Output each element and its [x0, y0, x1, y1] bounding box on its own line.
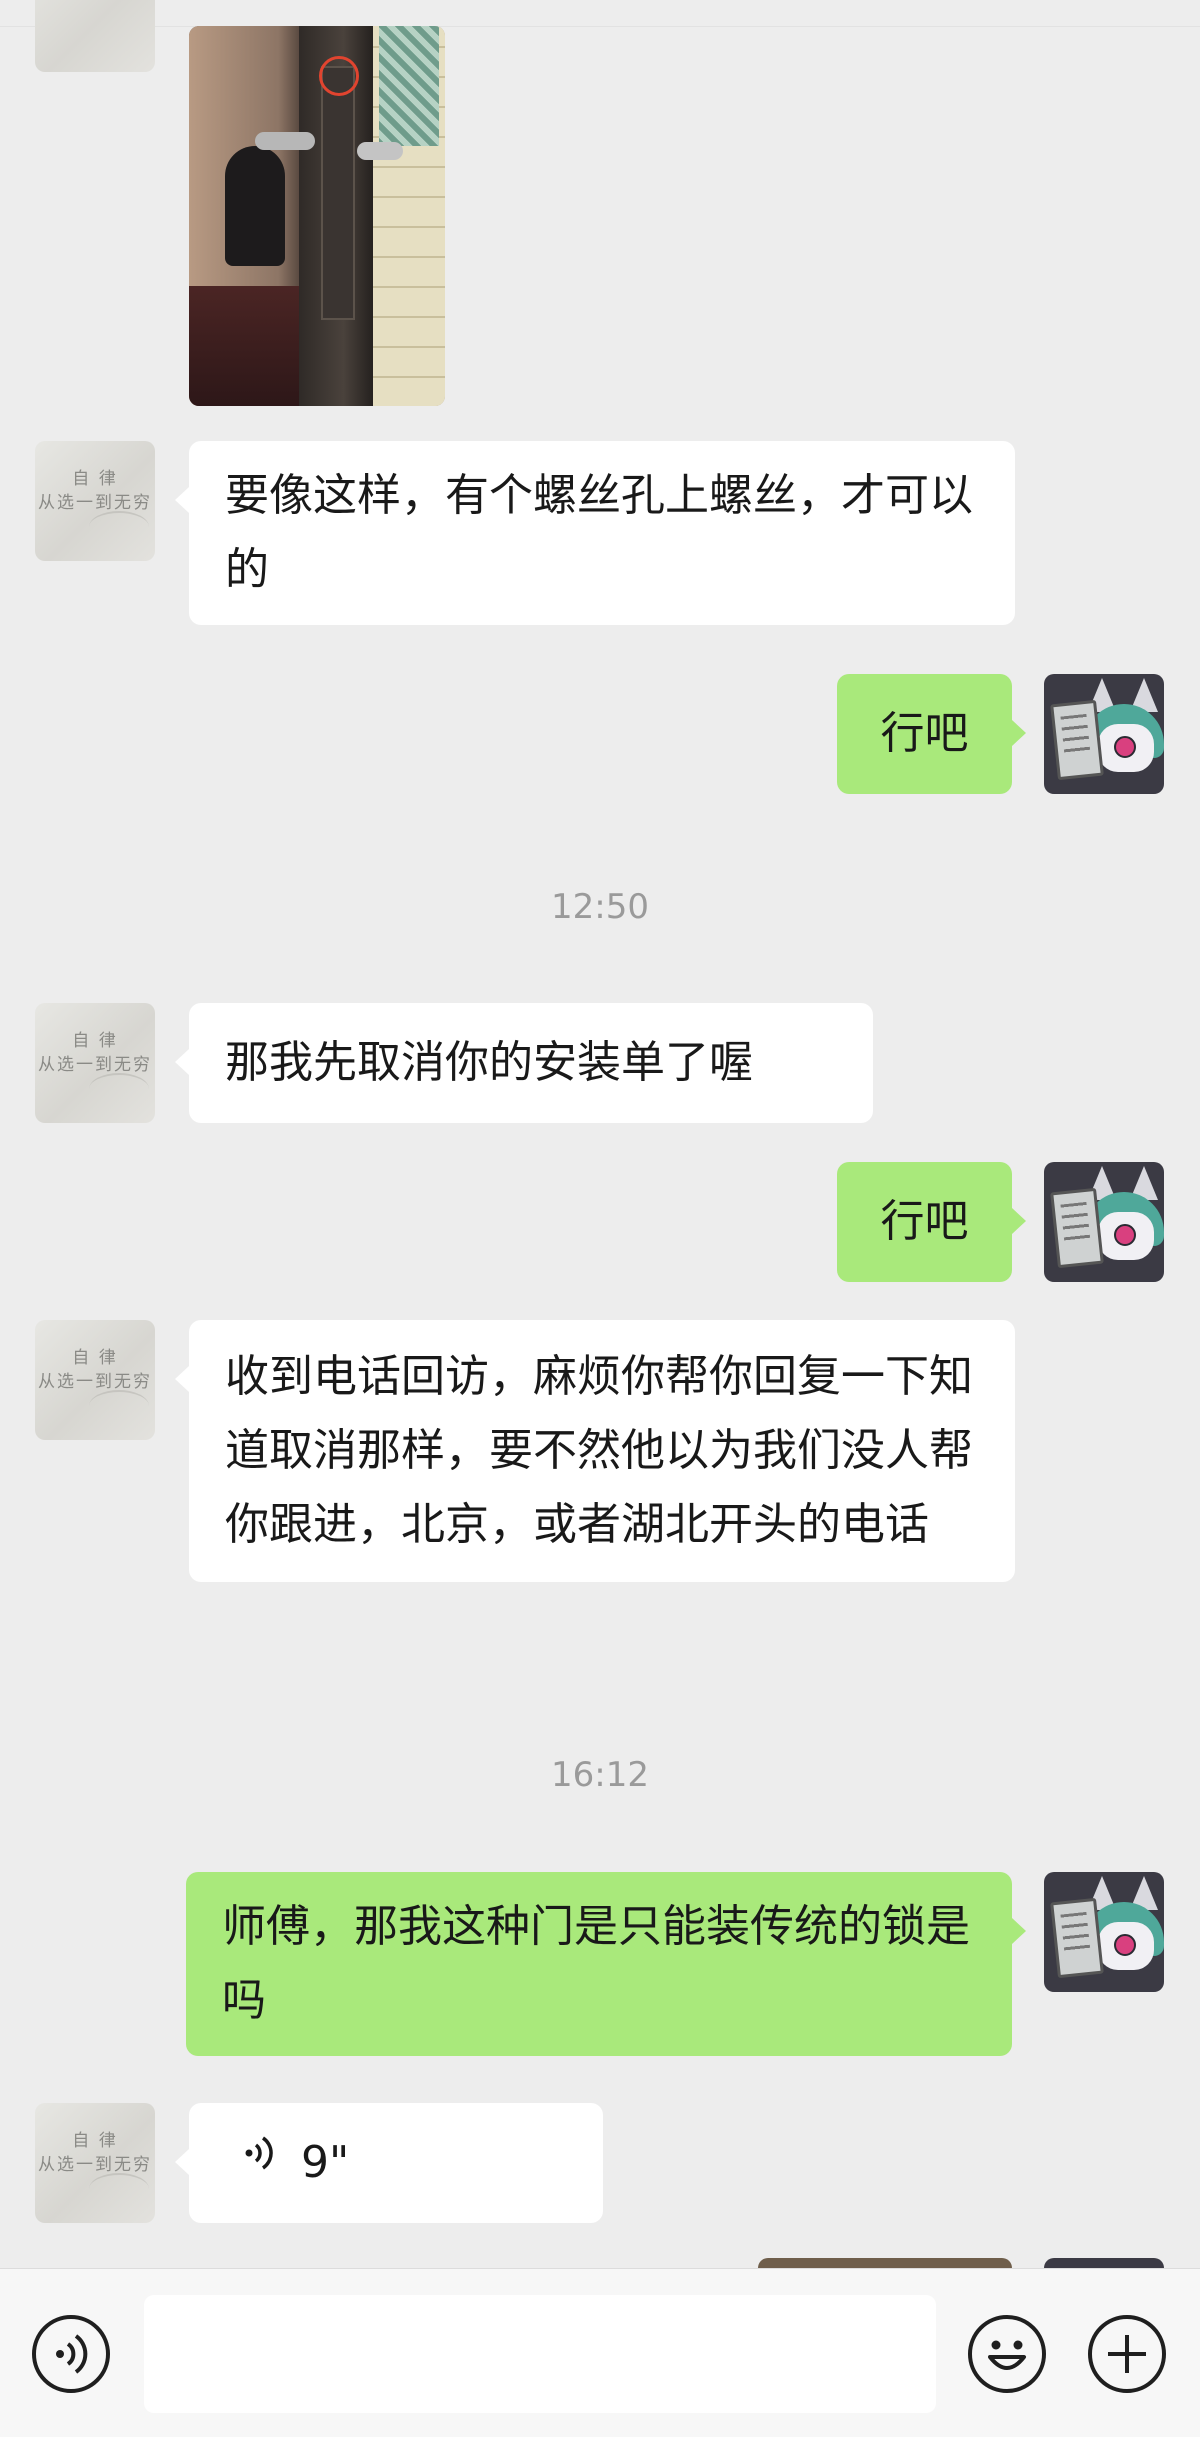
message-text: 行吧 [880, 708, 969, 759]
incoming-message-bubble[interactable]: 那我先取消你的安装单了喔 [175, 1003, 873, 1123]
image-message[interactable] [758, 2258, 1012, 2268]
outgoing-message-bubble[interactable]: 师傅，那我这种门是只能装传统的锁是吗 [186, 1872, 1026, 2056]
chat-message-list[interactable]: 自 律从选一到无穷 要像这样，有个螺丝孔上螺丝，才可以的 行吧 12:50 自 … [0, 0, 1200, 2268]
book-image [1050, 1897, 1104, 1979]
self-avatar[interactable] [1044, 2258, 1164, 2268]
emoji-button[interactable] [968, 2315, 1046, 2393]
message-timestamp: 12:50 [551, 887, 649, 927]
voice-wave-icon [245, 2136, 273, 2170]
voice-message-bubble[interactable]: 9" [175, 2103, 603, 2223]
incoming-message-bubble[interactable]: 收到电话回访，麻烦你帮你回复一下知道取消那样，要不然他以为我们没人帮你跟进，北京… [175, 1320, 1015, 1582]
top-divider [0, 26, 1200, 27]
message-text: 行吧 [880, 1196, 969, 1247]
red-circle-highlight [319, 56, 359, 96]
contact-avatar[interactable]: 自 律从选一到无穷 [35, 1320, 155, 1440]
message-text: 师傅，那我这种门是只能装传统的锁是吗 [222, 1901, 970, 2026]
contact-avatar[interactable]: 自 律从选一到无穷 [35, 441, 155, 561]
contact-avatar[interactable] [35, 0, 155, 72]
self-avatar[interactable] [1044, 1162, 1164, 1282]
message-text: 收到电话回访，麻烦你帮你回复一下知道取消那样，要不然他以为我们没人帮你跟进，北京… [225, 1351, 973, 1550]
image-message[interactable] [189, 26, 445, 406]
message-text: 那我先取消你的安装单了喔 [225, 1037, 753, 1088]
message-input[interactable] [144, 2295, 936, 2413]
lock-plate-image [321, 66, 355, 320]
contact-avatar[interactable]: 自 律从选一到无穷 [35, 1003, 155, 1123]
message-text: 要像这样，有个螺丝孔上螺丝，才可以的 [225, 470, 973, 595]
contact-avatar[interactable]: 自 律从选一到无穷 [35, 2103, 155, 2223]
avatar-art: 自 律从选一到无穷 [38, 1031, 152, 1075]
avatar-art: 自 律从选一到无穷 [38, 1348, 152, 1392]
self-avatar[interactable] [1044, 1872, 1164, 1992]
avatar-art [35, 0, 155, 72]
voice-toggle-button[interactable] [32, 2315, 110, 2393]
outgoing-message-bubble[interactable]: 行吧 [837, 674, 1026, 794]
more-button[interactable] [1088, 2315, 1166, 2393]
input-toolbar [0, 2268, 1200, 2437]
outgoing-message-bubble[interactable]: 行吧 [837, 1162, 1026, 1282]
book-image [1050, 699, 1104, 781]
avatar-art: 自 律从选一到无穷 [38, 469, 152, 513]
book-image [1050, 1187, 1104, 1269]
incoming-message-bubble[interactable]: 要像这样，有个螺丝孔上螺丝，才可以的 [175, 441, 1015, 625]
voice-duration: 9" [301, 2137, 350, 2188]
plus-icon [1108, 2335, 1146, 2373]
self-avatar[interactable] [1044, 674, 1164, 794]
voice-mode-icon [56, 2334, 88, 2374]
message-timestamp: 16:12 [551, 1755, 649, 1795]
emoji-icon [988, 2340, 1026, 2370]
avatar-art: 自 律从选一到无穷 [38, 2131, 152, 2175]
